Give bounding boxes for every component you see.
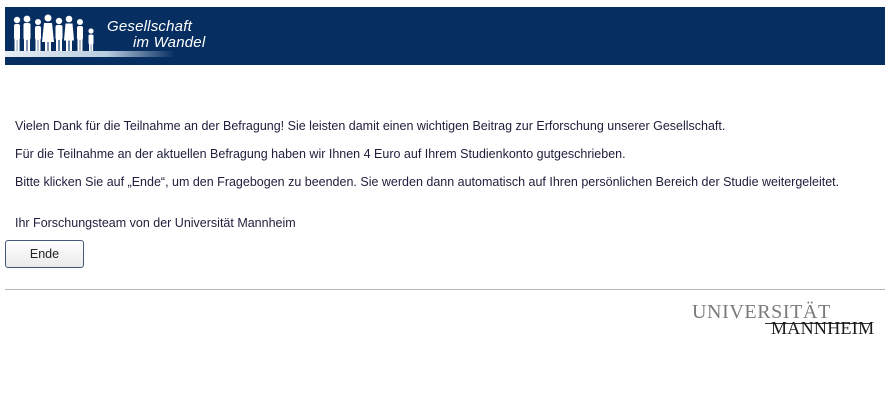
thanks-text: Vielen Dank für die Teilnahme an der Bef… bbox=[15, 119, 726, 133]
university-logo-line2: MANNHEIM bbox=[771, 318, 875, 338]
signature-text: Ihr Forschungsteam von der Universität M… bbox=[15, 216, 296, 230]
site-header-banner: Gesellschaft im Wandel bbox=[5, 7, 885, 65]
end-button[interactable]: Ende bbox=[5, 240, 84, 268]
credit-text: Für die Teilnahme an der aktuellen Befra… bbox=[15, 147, 626, 161]
logo-title-line1: Gesellschaft bbox=[107, 18, 192, 35]
instruction-text: Bitte klicken Sie auf „Ende“, um den Fra… bbox=[15, 175, 840, 189]
logo-title-line2: im Wandel bbox=[133, 34, 206, 51]
university-logo: UNIVERSITÄT MANNHEIM bbox=[690, 301, 875, 341]
footer-divider bbox=[5, 289, 885, 290]
banner-stripe bbox=[5, 51, 175, 57]
